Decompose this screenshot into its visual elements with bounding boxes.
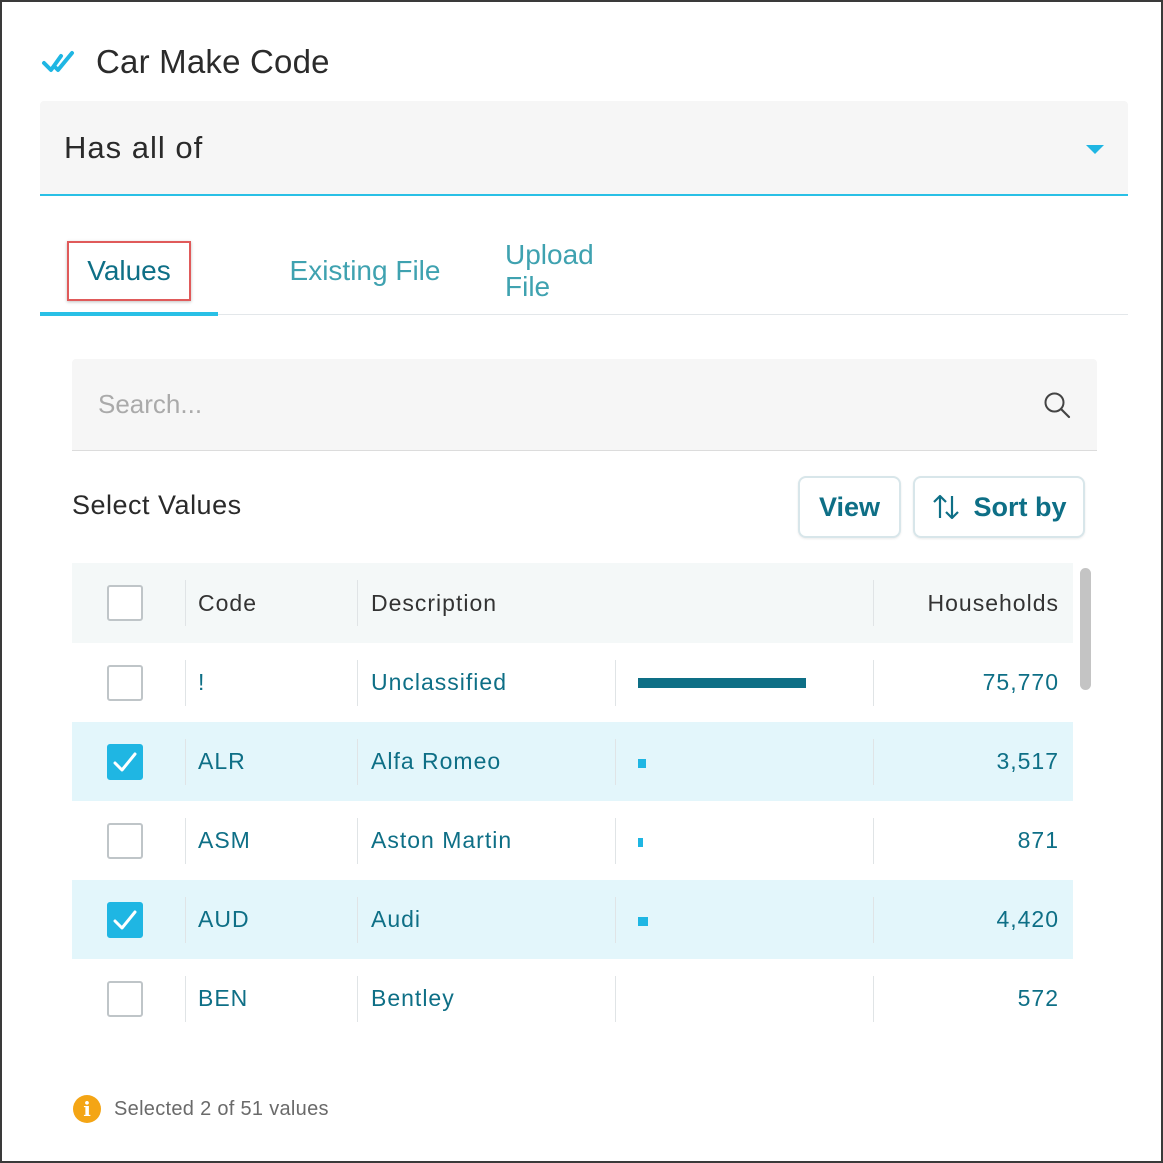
row-households: 4,420 bbox=[996, 906, 1059, 932]
row-description: Aston Martin bbox=[371, 827, 513, 853]
row-checkbox[interactable] bbox=[107, 664, 143, 701]
search-icon[interactable] bbox=[1043, 391, 1071, 419]
tab-values[interactable]: Values bbox=[40, 227, 218, 315]
distribution-bar-fill bbox=[638, 758, 646, 768]
column-divider bbox=[873, 897, 874, 943]
column-header-households[interactable]: Households bbox=[928, 563, 1059, 643]
operator-dropdown-value: Has all of bbox=[64, 129, 204, 165]
row-checkbox[interactable] bbox=[107, 743, 143, 780]
search-box bbox=[72, 359, 1097, 451]
row-checkbox[interactable] bbox=[107, 901, 143, 938]
column-divider bbox=[185, 976, 186, 1022]
row-code: ! bbox=[198, 669, 206, 695]
distribution-bar-fill bbox=[638, 677, 806, 688]
select-values-label: Select Values bbox=[72, 490, 242, 520]
table-row[interactable]: ! Unclassified 75,770 bbox=[72, 643, 1073, 722]
row-households: 75,770 bbox=[982, 669, 1059, 695]
column-divider bbox=[185, 818, 186, 864]
row-distribution-bar bbox=[638, 722, 828, 801]
page-title: Car Make Code bbox=[96, 43, 330, 80]
values-table: Code Description Households ! Unclassifie… bbox=[72, 563, 1073, 1048]
row-description: Bentley bbox=[371, 985, 455, 1011]
panel-frame: Car Make Code Has all of Values Existing… bbox=[0, 0, 1163, 1163]
column-divider bbox=[185, 660, 186, 706]
table-row[interactable]: BEN Bentley 572 bbox=[72, 959, 1073, 1038]
column-divider bbox=[185, 580, 186, 626]
table-row[interactable]: ASM Aston Martin 871 bbox=[72, 801, 1073, 880]
column-divider bbox=[185, 897, 186, 943]
row-distribution-bar bbox=[638, 643, 828, 722]
distribution-bar-fill bbox=[638, 916, 648, 926]
row-distribution-bar bbox=[638, 959, 828, 1038]
column-divider bbox=[873, 818, 874, 864]
column-divider bbox=[615, 739, 616, 785]
column-divider bbox=[615, 897, 616, 943]
view-button[interactable]: View bbox=[798, 476, 901, 538]
tab-existing-file[interactable]: Existing File bbox=[265, 227, 465, 315]
row-households: 572 bbox=[1017, 985, 1059, 1011]
column-divider bbox=[357, 897, 358, 943]
selection-summary-text: Selected 2 of 51 values bbox=[114, 1097, 329, 1120]
search-input[interactable] bbox=[96, 388, 996, 421]
tab-upload-file[interactable]: Upload File bbox=[505, 227, 645, 315]
column-divider bbox=[615, 660, 616, 706]
row-households: 3,517 bbox=[996, 748, 1059, 774]
selection-summary: i Selected 2 of 51 values bbox=[73, 1094, 329, 1124]
panel-header: Car Make Code bbox=[40, 40, 330, 84]
row-checkbox[interactable] bbox=[107, 822, 143, 859]
column-divider bbox=[185, 739, 186, 785]
column-divider bbox=[873, 580, 874, 626]
column-divider bbox=[357, 739, 358, 785]
operator-dropdown[interactable]: Has all of bbox=[40, 101, 1128, 196]
table-row[interactable]: AUD Audi 4,420 bbox=[72, 880, 1073, 959]
column-header-code[interactable]: Code bbox=[198, 563, 257, 643]
column-divider bbox=[357, 976, 358, 1022]
row-description: Alfa Romeo bbox=[371, 748, 502, 774]
tab-bar: Values Existing File Upload File bbox=[40, 227, 1128, 316]
row-households: 871 bbox=[1017, 827, 1059, 853]
column-divider bbox=[357, 660, 358, 706]
view-button-label: View bbox=[818, 491, 881, 522]
row-code: BEN bbox=[198, 985, 249, 1011]
table-scrollbar[interactable] bbox=[1080, 568, 1091, 690]
row-distribution-bar bbox=[638, 801, 828, 880]
double-check-icon bbox=[40, 42, 80, 82]
column-divider bbox=[357, 818, 358, 864]
column-divider bbox=[615, 976, 616, 1022]
info-icon: i bbox=[73, 1095, 101, 1123]
sort-by-label: Sort by bbox=[973, 491, 1067, 522]
distribution-bar-fill bbox=[638, 837, 643, 847]
row-distribution-bar bbox=[638, 880, 828, 959]
column-divider bbox=[615, 818, 616, 864]
row-code: AUD bbox=[198, 906, 250, 932]
tab-values-label: Values bbox=[67, 241, 191, 301]
active-tab-indicator bbox=[40, 312, 218, 316]
column-divider bbox=[873, 739, 874, 785]
row-checkbox[interactable] bbox=[107, 980, 143, 1017]
sort-by-button[interactable]: Sort by bbox=[913, 476, 1085, 538]
table-row[interactable]: ALR Alfa Romeo 3,517 bbox=[72, 722, 1073, 801]
caret-down-icon bbox=[1085, 143, 1105, 155]
sort-arrows-icon bbox=[931, 492, 961, 522]
row-code: ASM bbox=[198, 827, 251, 853]
select-all-checkbox[interactable] bbox=[107, 585, 143, 621]
column-divider bbox=[873, 976, 874, 1022]
column-header-description[interactable]: Description bbox=[371, 563, 497, 643]
row-description: Audi bbox=[371, 906, 422, 932]
row-description: Unclassified bbox=[371, 669, 507, 695]
table-header: Code Description Households bbox=[72, 563, 1073, 643]
column-divider bbox=[873, 660, 874, 706]
row-code: ALR bbox=[198, 748, 246, 774]
column-divider bbox=[357, 580, 358, 626]
